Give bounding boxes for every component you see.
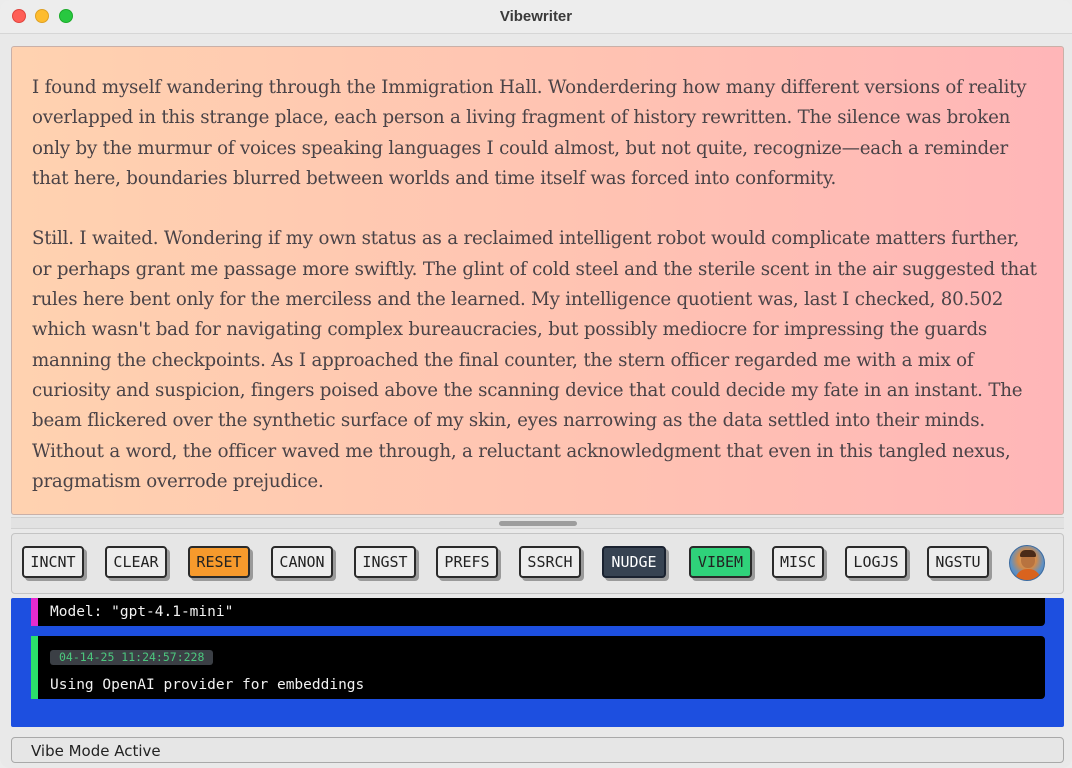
status-bar: Vibe Mode Active	[11, 737, 1064, 763]
window-title: Vibewriter	[499, 8, 573, 25]
status-text: Vibe Mode Active	[31, 742, 161, 760]
title-bar: Vibewriter	[0, 0, 1072, 34]
log-pane[interactable]: Model: "gpt-4.1-mini" 04-14-25 11:24:57:…	[11, 598, 1064, 727]
logjs-button[interactable]: LOGJS	[845, 546, 907, 578]
entry-indicator-bar	[31, 636, 38, 699]
ngstu-button[interactable]: NGSTU	[927, 546, 989, 578]
text-editor[interactable]: I found myself wandering through the Imm…	[11, 46, 1064, 515]
editor-paragraph-1[interactable]: I found myself wandering through the Imm…	[32, 73, 1043, 194]
log-message: Using OpenAI provider for embeddings	[50, 677, 365, 693]
model-line: Model: "gpt-4.1-mini"	[50, 604, 234, 620]
model-indicator-bar	[31, 598, 38, 626]
model-log-row: Model: "gpt-4.1-mini"	[31, 598, 1045, 626]
drag-handle[interactable]	[499, 521, 577, 526]
reset-button[interactable]: RESET	[188, 546, 250, 578]
command-toolbar: INCNT CLEAR RESET CANON INGST PREFS SSRC…	[11, 533, 1064, 594]
misc-button[interactable]: MISC	[772, 546, 824, 578]
split-divider[interactable]	[11, 517, 1064, 529]
canon-button[interactable]: CANON	[271, 546, 333, 578]
ssrch-button[interactable]: SSRCH	[519, 546, 581, 578]
avatar-body-shape	[1015, 569, 1041, 580]
clear-button[interactable]: CLEAR	[105, 546, 167, 578]
incnt-button[interactable]: INCNT	[22, 546, 84, 578]
vibem-button[interactable]: VIBEM	[689, 546, 752, 578]
log-timestamp: 04-14-25 11:24:57:228	[50, 650, 214, 665]
app-window: Vibewriter I found myself wandering thro…	[0, 0, 1072, 768]
editor-paragraph-2[interactable]: Still. I waited. Wondering if my own sta…	[32, 224, 1043, 497]
log-entry: 04-14-25 11:24:57:228 Using OpenAI provi…	[31, 636, 1045, 699]
ingst-button[interactable]: INGST	[354, 546, 416, 578]
prefs-button[interactable]: PREFS	[436, 546, 498, 578]
nudge-button[interactable]: NUDGE	[602, 546, 666, 578]
avatar-hair-shape	[1020, 550, 1036, 557]
user-avatar[interactable]	[1009, 545, 1045, 581]
